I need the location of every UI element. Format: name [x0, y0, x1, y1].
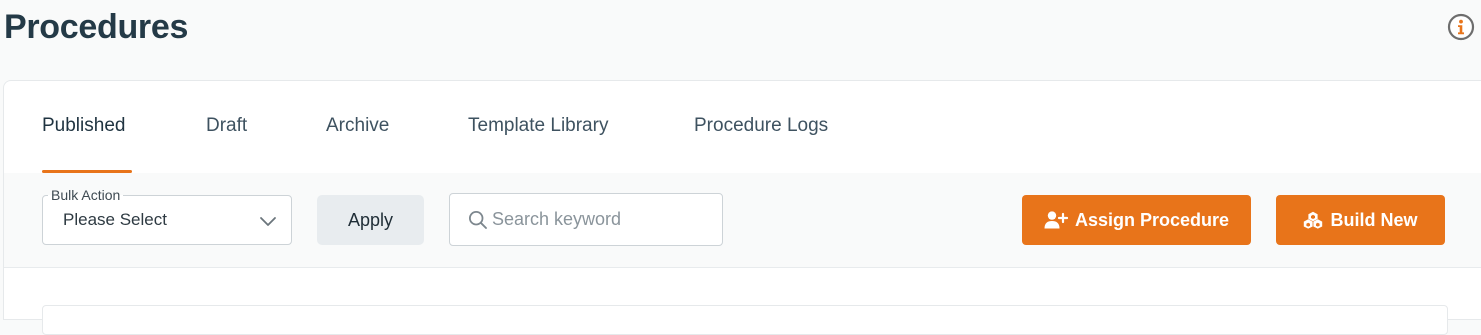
procedure-list-container — [42, 305, 1448, 335]
apply-button[interactable]: Apply — [317, 195, 424, 245]
procedures-card: Published Draft Archive Template Library… — [3, 80, 1481, 335]
tab-published[interactable]: Published — [42, 115, 125, 137]
procedure-tabs: Published Draft Archive Template Library… — [4, 81, 1481, 174]
toolbar: Bulk Action Please Select Apply Assign P… — [4, 173, 1481, 268]
chevron-down-icon — [260, 217, 276, 226]
assign-procedure-button[interactable]: Assign Procedure — [1022, 195, 1251, 245]
bulk-action-select[interactable]: Bulk Action Please Select — [42, 186, 292, 245]
cubes-icon — [1304, 211, 1323, 229]
tab-template-library[interactable]: Template Library — [468, 115, 608, 137]
user-plus-icon — [1044, 211, 1068, 229]
page-title: Procedures — [4, 8, 189, 46]
bulk-action-value: Please Select — [63, 210, 167, 229]
build-new-button[interactable]: Build New — [1276, 195, 1445, 245]
assign-procedure-label: Assign Procedure — [1074, 209, 1230, 230]
info-circle-icon[interactable] — [1447, 13, 1475, 41]
search-icon — [468, 210, 487, 229]
search-box — [449, 193, 723, 246]
tab-draft[interactable]: Draft — [206, 115, 247, 137]
bulk-action-label: Bulk Action — [48, 186, 124, 204]
build-new-label: Build New — [1330, 209, 1418, 230]
search-input[interactable] — [492, 194, 712, 245]
tab-procedure-logs[interactable]: Procedure Logs — [694, 115, 828, 137]
tab-archive[interactable]: Archive — [326, 115, 389, 137]
